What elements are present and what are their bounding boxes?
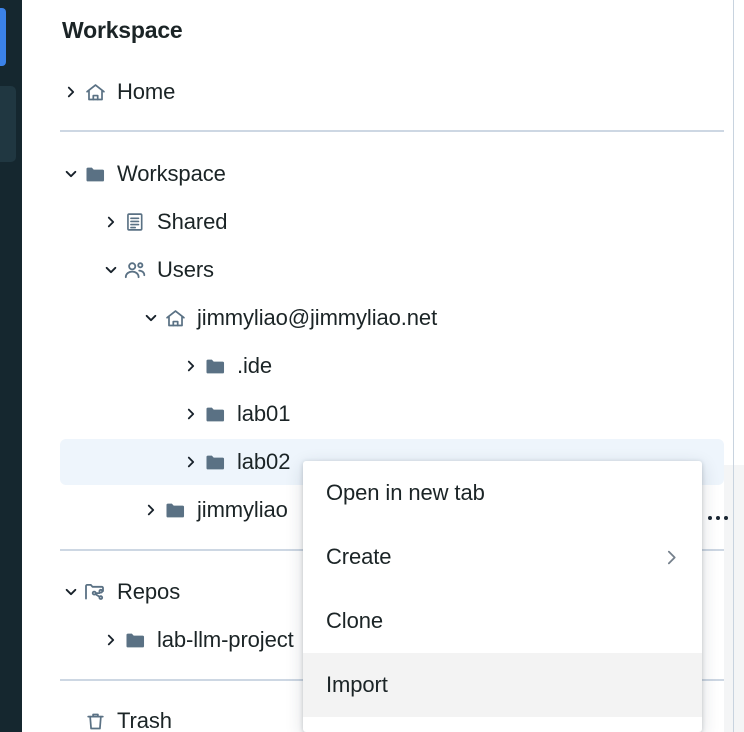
tree-row-ide[interactable]: .ide — [60, 343, 724, 389]
app-left-rail — [0, 0, 22, 732]
chevron-right-icon[interactable] — [140, 499, 162, 521]
tree-separator-1 — [60, 130, 724, 132]
rail-secondary-chip — [0, 86, 16, 162]
folder-icon — [202, 449, 228, 475]
document-icon — [122, 209, 148, 235]
folder-icon — [82, 161, 108, 187]
tree-row-home[interactable]: Home — [60, 69, 724, 115]
chevron-right-icon[interactable] — [180, 403, 202, 425]
context-menu-label: Clone — [326, 608, 680, 634]
tree-row-user-home[interactable]: jimmyliao@jimmyliao.net — [60, 295, 724, 341]
tree-row-lab01[interactable]: lab01 — [60, 391, 724, 437]
folder-icon — [162, 497, 188, 523]
context-menu: Open in new tab Create Clone Import — [303, 461, 702, 732]
tree-label-workspace: Workspace — [117, 161, 226, 187]
context-menu-item-import[interactable]: Import — [303, 653, 702, 717]
workspace-file-browser: Workspace Home Workspace — [0, 0, 744, 732]
users-icon — [122, 257, 148, 283]
tree-label-users: Users — [157, 257, 214, 283]
twisty-placeholder — [60, 710, 82, 732]
folder-icon — [122, 627, 148, 653]
chevron-right-icon[interactable] — [60, 81, 82, 103]
tree-label-ide: .ide — [237, 353, 272, 379]
tree-label-lab01: lab01 — [237, 401, 290, 427]
rail-active-indicator — [0, 8, 6, 66]
context-menu-item-clone[interactable]: Clone — [303, 589, 702, 653]
chevron-right-icon[interactable] — [100, 211, 122, 233]
kebab-dot — [724, 516, 728, 520]
tree-label-lab-llm-project: lab-llm-project — [157, 627, 294, 653]
tree-row-shared[interactable]: Shared — [60, 199, 724, 245]
row-kebab-menu-icon[interactable] — [703, 508, 733, 528]
chevron-right-icon — [663, 549, 680, 566]
context-menu-label: Create — [326, 544, 663, 570]
tree-label-user-home: jimmyliao@jimmyliao.net — [197, 305, 437, 331]
tree-label-jimmyliao: jimmyliao — [197, 497, 288, 523]
context-menu-item-open-in-new-tab[interactable]: Open in new tab — [303, 461, 702, 525]
tree-row-workspace[interactable]: Workspace — [60, 151, 724, 197]
panel-right-border — [733, 0, 734, 732]
kebab-dot — [708, 516, 712, 520]
context-menu-label: Open in new tab — [326, 480, 680, 506]
tree-label-home: Home — [117, 79, 175, 105]
context-menu-item-create[interactable]: Create — [303, 525, 702, 589]
chevron-right-icon[interactable] — [180, 451, 202, 473]
home-icon — [162, 305, 188, 331]
context-menu-label: Import — [326, 672, 680, 698]
repo-folder-icon — [82, 579, 108, 605]
chevron-down-icon[interactable] — [60, 581, 82, 603]
chevron-right-icon[interactable] — [100, 629, 122, 651]
folder-icon — [202, 353, 228, 379]
row-action-strip — [724, 465, 744, 732]
chevron-down-icon[interactable] — [100, 259, 122, 281]
kebab-dot — [716, 516, 720, 520]
chevron-down-icon[interactable] — [60, 163, 82, 185]
chevron-down-icon[interactable] — [140, 307, 162, 329]
trash-icon — [82, 708, 108, 732]
chevron-right-icon[interactable] — [180, 355, 202, 377]
page-title: Workspace — [62, 17, 183, 44]
tree-label-repos: Repos — [117, 579, 180, 605]
tree-row-users[interactable]: Users — [60, 247, 724, 293]
tree-label-trash: Trash — [117, 708, 172, 732]
tree-label-lab02: lab02 — [237, 449, 290, 475]
tree-label-shared: Shared — [157, 209, 227, 235]
home-icon — [82, 79, 108, 105]
folder-icon — [202, 401, 228, 427]
